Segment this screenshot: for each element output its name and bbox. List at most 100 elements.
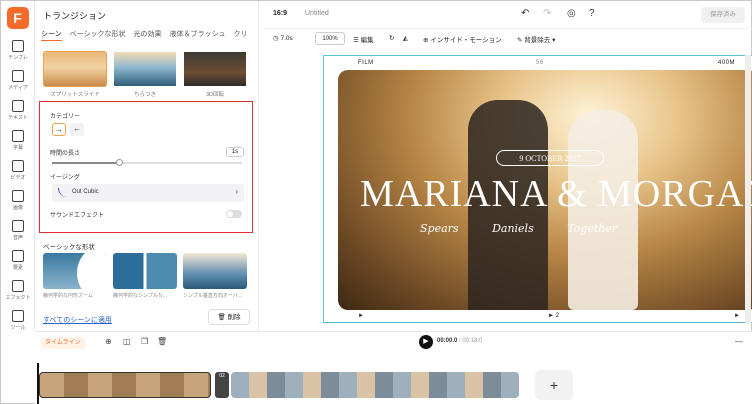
video-icon (12, 159, 24, 172)
thumb-3d-rotate[interactable]: 3D回転 (183, 51, 247, 98)
easing-label: イージング (50, 175, 80, 181)
chevron-right-icon: › (235, 187, 238, 196)
aspect-ratio-select[interactable]: 16:9 (273, 10, 287, 17)
tab-liquid-brush[interactable]: 液体＆ブラッシュ (170, 29, 226, 41)
direction-right-button[interactable]: → (52, 123, 66, 136)
duration-slider[interactable] (52, 159, 242, 166)
easing-select[interactable]: Out Cubic › (52, 184, 244, 202)
edit-button[interactable]: ☰ 編集 (353, 34, 374, 44)
top-bar: 16:9 Untitled ↶ ↷ ◎ ? 保存済み (265, 1, 752, 29)
canvas-scrollbar[interactable] (745, 55, 751, 323)
clip-scene-1[interactable] (39, 372, 211, 398)
thumb-image (44, 52, 106, 86)
rail-item-template[interactable]: テンプレ (1, 35, 35, 65)
rail-item-effects[interactable]: エフェクト (1, 275, 35, 305)
thumb-flicker[interactable]: ちらつき (113, 51, 177, 98)
sound-effect-toggle[interactable] (226, 210, 242, 218)
date-text[interactable]: 9 OCTOBER 2027 (496, 150, 604, 166)
audio-icon (12, 219, 24, 232)
rail-item-video[interactable]: ビデオ (1, 155, 35, 185)
rail-item-elements[interactable]: 要素 (1, 245, 35, 275)
project-title[interactable]: Untitled (305, 10, 329, 17)
duration-label: 時間の長さ (50, 151, 81, 157)
duration-slider-fill (52, 162, 119, 164)
timeline-track: 02 (39, 372, 519, 398)
arrow-right-icon: ► (734, 313, 740, 319)
thumb-split-slide[interactable]: スプリットスライド (43, 51, 107, 98)
elements-icon (12, 249, 24, 262)
inside-motion-button[interactable]: ⊕ インサイド・モーション (423, 34, 502, 44)
easing-value: Out Cubic (72, 189, 99, 195)
app-window: F テンプレ メディア テキスト 字幕 ビデオ 画像 音声 要素 エフェクト ツ… (0, 0, 752, 404)
redo-icon[interactable]: ↷ (543, 8, 551, 19)
basic-thumb-simple[interactable] (113, 253, 177, 289)
collapse-icon[interactable]: — (735, 337, 743, 346)
time-display: 00:00.0 / 00:18.0 (437, 338, 483, 344)
tab-timeline[interactable]: タイムライン (41, 337, 85, 349)
film-label: FILM (358, 60, 374, 66)
category-label: カテゴリー (50, 114, 81, 120)
add-clip-button[interactable]: + (535, 370, 573, 400)
tab-light-effects[interactable]: 光の効果 (134, 29, 162, 41)
tab-basic-shapes[interactable]: ベーシックな形状 (70, 29, 126, 41)
flip-icon[interactable]: ◭ (403, 34, 408, 42)
sliders-icon: ☰ (353, 37, 361, 44)
duration-chip[interactable]: ◷ 7.0s (273, 34, 293, 42)
rail-item-tools[interactable]: ツール (1, 305, 35, 335)
duplicate-icon[interactable]: ❐ (141, 337, 148, 346)
image-icon (12, 189, 24, 202)
duration-slider-knob[interactable] (115, 159, 123, 166)
help-icon[interactable]: ? (589, 8, 595, 19)
trash-icon: 🗑 (217, 314, 228, 321)
rail-item-subtitle[interactable]: 字幕 (1, 125, 35, 155)
easing-curve-icon (58, 188, 67, 197)
script-text-row[interactable]: Spears Daniels Together (420, 222, 720, 235)
tab-more[interactable]: クリ (234, 29, 248, 41)
timeline-panel: タイムライン ⊕ ◫ ❐ 🗑 ▶ 00:00.0 / 00:18.0 — 02 … (35, 331, 752, 404)
chevron-down-icon: ▾ (550, 37, 556, 44)
zoom-select[interactable]: 100% (315, 32, 345, 45)
split-icon[interactable]: ◫ (123, 337, 131, 346)
add-scene-icon[interactable]: ⊕ (105, 337, 112, 346)
play-button[interactable]: ▶ (419, 335, 433, 349)
film-speed: 400M (718, 60, 736, 66)
canvas-stage[interactable]: FILM 56 400M 9 OCTOBER 2027 MARIANA & MO… (323, 55, 752, 323)
apply-all-scenes-link[interactable]: すべてのシーンに適用 (43, 315, 112, 325)
background-remove-button[interactable]: ✎ 背景除去 ▾ (517, 34, 555, 44)
playhead[interactable] (37, 363, 39, 404)
basic-thumb-circle-zoom[interactable] (43, 253, 107, 289)
trash-icon[interactable]: 🗑 (157, 337, 167, 346)
basic-thumb-vertical[interactable] (183, 253, 247, 289)
subtitle-icon (12, 129, 24, 142)
names-heading[interactable]: MARIANA & MORGAN (360, 172, 752, 216)
media-icon (12, 69, 24, 82)
arrow-right-icon: ► (358, 313, 364, 319)
rail-item-media[interactable]: メディア (1, 65, 35, 95)
template-icon (12, 39, 24, 52)
transition-thumbs: スプリットスライド ちらつき 3D回転 (43, 51, 247, 98)
rail-item-image[interactable]: 画像 (1, 185, 35, 215)
transition-settings: カテゴリー → ← 時間の長さ 1s イージング Out Cubic › サウン… (39, 101, 253, 233)
app-logo[interactable]: F (6, 7, 29, 29)
thumb-image (184, 52, 246, 86)
basic-shapes-title: ベーシックな形状 (43, 244, 95, 251)
tools-icon (12, 309, 24, 322)
transition-marker[interactable]: 02 (215, 372, 229, 398)
transition-panel: トランジション シーン ベーシックな形状 光の効果 液体＆ブラッシュ クリ スプ… (35, 1, 259, 331)
rail-item-text[interactable]: テキスト (1, 95, 35, 125)
basic-shapes-labels: 幾何学的な円形ズーム 幾何学的なシンプルな... シンプル垂直方向オーバ... (43, 293, 242, 299)
rotate-icon[interactable]: ↻ (389, 34, 394, 42)
direction-left-button[interactable]: ← (70, 123, 84, 136)
capture-icon[interactable]: ◎ (567, 8, 576, 19)
tab-scene[interactable]: シーン (41, 29, 62, 41)
save-status-button[interactable]: 保存済み (701, 7, 745, 23)
thumb-image (114, 52, 176, 86)
transition-tabs: シーン ベーシックな形状 光の効果 液体＆ブラッシュ クリ (41, 29, 257, 41)
effects-icon (12, 279, 24, 292)
duration-value[interactable]: 1s (226, 147, 244, 157)
panel-title: トランジション (43, 11, 107, 21)
rail-item-audio[interactable]: 音声 (1, 215, 35, 245)
delete-button[interactable]: 🗑 削除 (208, 309, 250, 325)
undo-icon[interactable]: ↶ (521, 8, 529, 19)
clip-scene-2[interactable] (231, 372, 519, 398)
